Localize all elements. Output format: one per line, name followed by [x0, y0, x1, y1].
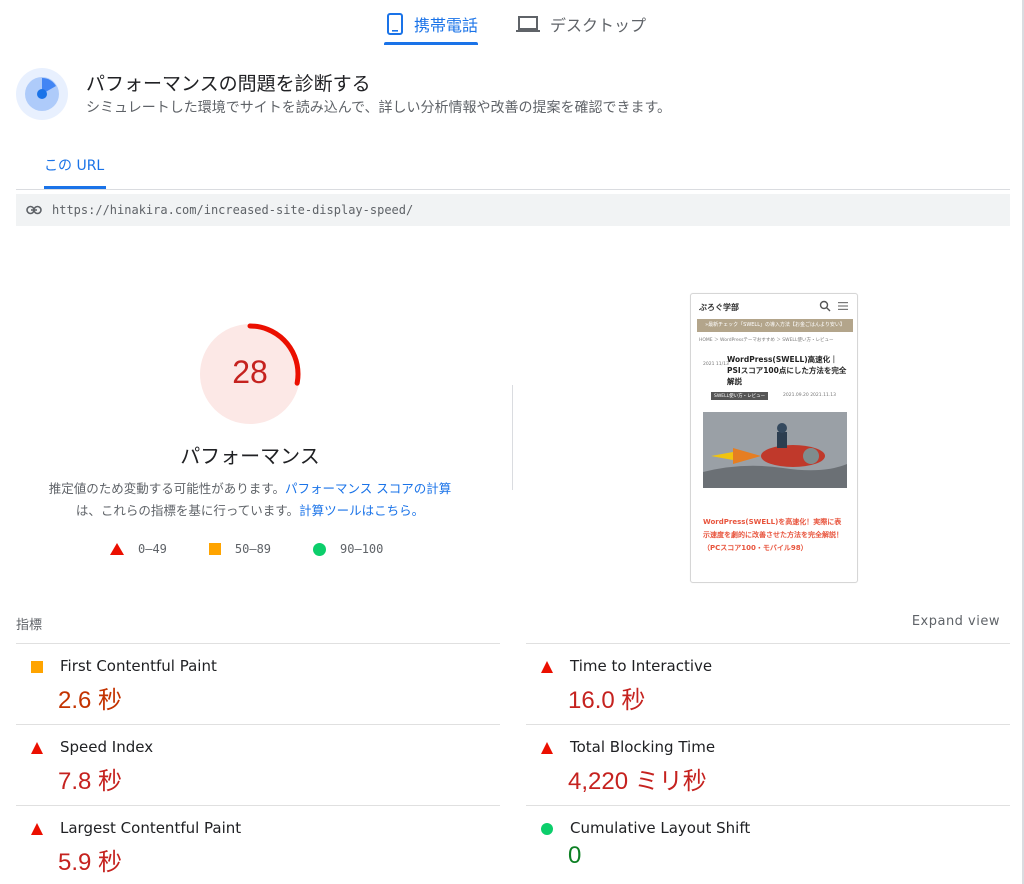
diagnose-gauge-icon — [16, 68, 68, 120]
triangle-icon — [31, 742, 43, 754]
tab-desktop-label: デスクトップ — [550, 16, 647, 35]
link-icon — [26, 205, 42, 215]
url-bar: https://hinakira.com/increased-site-disp… — [16, 194, 1010, 226]
metric-tti-value: 16.0 秒 — [568, 687, 646, 714]
preview-tag: SWELL使い方・レビュー — [711, 392, 769, 400]
tab-divider — [16, 189, 1010, 190]
device-tabs: 携帯電話 デスクトップ — [0, 0, 1024, 48]
score-desc-text-1: 推定値のため変動する可能性があります。 — [48, 481, 286, 496]
score-legend: 0–49 50–89 90–100 — [110, 540, 425, 558]
metric-tbt-value: 4,220 ミリ秒 — [568, 768, 707, 795]
legend-average-range: 50–89 — [234, 542, 272, 556]
metric-tti: Time to Interactive 16.0 秒 — [526, 643, 1010, 724]
url-text[interactable]: https://hinakira.com/increased-site-disp… — [52, 203, 413, 217]
metric-si-value: 7.8 秒 — [58, 768, 123, 795]
metrics-heading: 指標 — [16, 618, 43, 633]
legend-pass: 90–100 — [313, 542, 383, 556]
metric-si-name: Speed Index — [60, 738, 154, 756]
smartphone-icon — [386, 13, 404, 35]
vertical-divider — [512, 385, 513, 490]
metric-tti-name: Time to Interactive — [570, 657, 713, 675]
preview-meta: 2021.09.20 2021.11.13 — [783, 393, 836, 398]
circle-icon — [313, 542, 327, 556]
triangle-icon — [541, 742, 553, 754]
square-icon — [208, 543, 221, 555]
triangle-icon — [110, 543, 124, 555]
legend-fail: 0–49 — [110, 542, 167, 556]
tab-mobile-indicator — [384, 42, 478, 45]
metric-lcp: Largest Contentful Paint 5.9 秒 — [16, 805, 500, 884]
diagnose-title: パフォーマンスの問題を診断する — [86, 73, 371, 95]
preview-site-name: ぶろぐ学部 — [699, 303, 739, 312]
preview-header-icons — [819, 300, 849, 312]
metric-cls: Cumulative Layout Shift 0 — [526, 805, 1010, 884]
preview-date: 2021 11/13 — [703, 362, 729, 367]
preview-banner: »最新チェック「SWELL」の導入方法【お金ごはんより安い】 — [697, 319, 853, 332]
metric-tbt-name: Total Blocking Time — [570, 738, 716, 756]
metric-lcp-name: Largest Contentful Paint — [60, 819, 242, 837]
tab-desktop[interactable]: デスクトップ — [516, 6, 646, 42]
triangle-icon — [31, 823, 43, 835]
metric-fcp-value: 2.6 秒 — [58, 687, 123, 714]
metric-fcp-name: First Contentful Paint — [60, 657, 217, 675]
metric-tbt: Total Blocking Time 4,220 ミリ秒 — [526, 724, 1010, 805]
legend-pass-range: 90–100 — [340, 542, 384, 556]
metric-si: Speed Index 7.8 秒 — [16, 724, 500, 805]
score-calc-link[interactable]: パフォーマンス スコアの計算 — [285, 481, 451, 496]
laptop-icon — [516, 15, 540, 33]
tab-mobile[interactable]: 携帯電話 — [386, 6, 478, 42]
metric-cls-name: Cumulative Layout Shift — [570, 819, 751, 837]
calculator-link[interactable]: 計算ツールはこちら。 — [299, 503, 424, 518]
preview-breadcrumb: HOME ＞ WordPressテーマおすすめ ＞ SWELL使い方・レビュー — [699, 338, 834, 343]
score-description: 推定値のため変動する可能性があります。パフォーマンス スコアの計算 は、これらの… — [30, 478, 470, 522]
preview-title: WordPress(SWELL)高速化｜PSIスコア100点にした方法を完全解説 — [727, 355, 847, 386]
diagnose-subtitle: シミュレートした環境でサイトを読み込んで、詳しい分析情報や改善の提案を確認できま… — [86, 100, 672, 116]
square-icon — [31, 661, 43, 673]
expand-view-toggle[interactable]: Expand view — [880, 614, 1000, 629]
preview-hero-image — [703, 412, 847, 488]
legend-fail-range: 0–49 — [138, 542, 167, 556]
search-icon — [819, 300, 831, 312]
score-desc-text-2: は、これらの指標を基に行っています。 — [75, 503, 300, 518]
triangle-icon — [541, 661, 553, 673]
diagnose-header: パフォーマンスの問題を診断する シミュレートした環境でサイトを読み込んで、詳しい… — [16, 66, 1016, 126]
metric-lcp-value: 5.9 秒 — [58, 849, 123, 876]
tab-mobile-label: 携帯電話 — [414, 16, 479, 35]
metric-fcp: First Contentful Paint 2.6 秒 — [16, 643, 500, 724]
menu-icon — [838, 302, 848, 310]
score-value: 28 — [232, 354, 268, 390]
metric-cls-value: 0 — [568, 842, 582, 869]
tab-this-url[interactable]: この URL — [44, 155, 104, 175]
preview-excerpt: WordPress(SWELL)を高速化！実際に表示速度を劇的に改善させた方法を… — [703, 518, 843, 552]
score-label: パフォーマンス — [180, 444, 320, 468]
page-screenshot-preview: ぶろぐ学部 »最新チェック「SWELL」の導入方法【お金ごはんより安い】 HOM… — [690, 293, 858, 583]
legend-average: 50–89 — [208, 542, 272, 556]
circle-icon — [541, 823, 553, 835]
